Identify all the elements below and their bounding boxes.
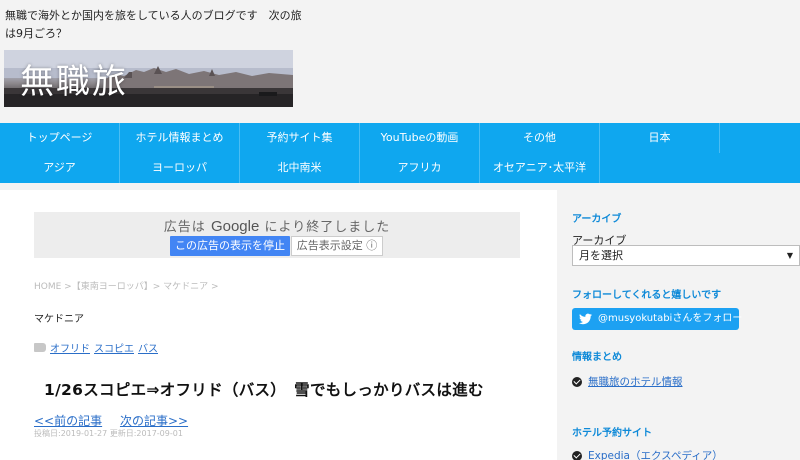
check-circle-icon	[572, 376, 582, 387]
twitter-bird-icon	[579, 313, 592, 325]
chevron-down-icon: ▼	[786, 251, 793, 260]
archive-heading: アーカイブ	[572, 214, 622, 225]
nav-item-hotel-info[interactable]: ホテル情報まとめ	[120, 123, 240, 153]
twitter-follow-label: @musyokutabiさんをフォロー	[598, 313, 743, 324]
info-heading: 情報まとめ	[572, 352, 622, 363]
sidebar: アーカイブ アーカイブ 月を選択 ▼ フォローしてくれると嬉しいです @musy…	[557, 190, 800, 460]
post-navigation: <<前の記事 次の記事>>	[34, 412, 202, 429]
nav-item-americas[interactable]: 北中南米	[240, 153, 360, 183]
next-post-link[interactable]: 次の記事>>	[120, 414, 188, 428]
nav-row-1: トップページ ホテル情報まとめ 予約サイト集 YouTubeの動画 その他 日本	[0, 123, 800, 153]
check-circle-icon	[572, 450, 582, 460]
nav-item-africa[interactable]: アフリカ	[360, 153, 480, 183]
prev-post-link[interactable]: <<前の記事	[34, 414, 102, 428]
tag-list: オフリド スコピエ バス	[34, 340, 158, 355]
archive-select-value: 月を選択	[579, 249, 623, 262]
archive-select[interactable]: 月を選択 ▼	[572, 245, 800, 266]
expedia-link[interactable]: Expedia（エクスペディア）	[588, 448, 723, 460]
main-nav: トップページ ホテル情報まとめ 予約サイト集 YouTubeの動画 その他 日本…	[0, 123, 800, 183]
tag-skopje[interactable]: スコピエ	[94, 340, 134, 355]
tag-bus[interactable]: バス	[138, 340, 158, 355]
ad-message-suffix: により終了しました	[264, 220, 391, 235]
category-label[interactable]: マケドニア	[34, 310, 84, 325]
ad-message-brand: Google	[210, 218, 260, 235]
nav-row-2: アジア ヨーロッパ 北中南米 アフリカ オセアニア･太平洋	[0, 153, 800, 183]
nav-item-other[interactable]: その他	[480, 123, 600, 153]
logo-title: 無職旅	[20, 62, 128, 102]
nav-item-booking-sites[interactable]: 予約サイト集	[240, 123, 360, 153]
nav-item-top[interactable]: トップページ	[0, 123, 120, 153]
nav-item-europe[interactable]: ヨーロッパ	[120, 153, 240, 183]
ad-settings-button[interactable]: 広告表示設定 ⓘ	[291, 236, 383, 256]
follow-heading: フォローしてくれると嬉しいです	[572, 290, 722, 301]
tag-icon	[34, 343, 46, 352]
hotel-info-link[interactable]: 無職旅のホテル情報	[588, 374, 683, 389]
post-dates: 投稿日:2019-01-27 更新日:2017-09-01	[34, 429, 183, 438]
nav-item-asia[interactable]: アジア	[0, 153, 120, 183]
stop-ad-button[interactable]: この広告の表示を停止	[170, 236, 290, 256]
site-logo[interactable]: 無職旅	[4, 50, 293, 107]
main-content: 広告は Google により終了しました この広告の表示を停止 広告表示設定 ⓘ…	[0, 190, 557, 460]
hotel-booking-heading: ホテル予約サイト	[572, 428, 652, 439]
nav-item-oceania[interactable]: オセアニア･太平洋	[480, 153, 600, 183]
nav-item-youtube[interactable]: YouTubeの動画	[360, 123, 480, 153]
site-description: 無職で海外とか国内を旅をしている人のブログです 次の旅は9月ごろ？	[5, 9, 302, 40]
nav-item-spacer	[720, 123, 800, 153]
info-link-item[interactable]: 無職旅のホテル情報	[572, 374, 683, 389]
site-header: 無職で海外とか国内を旅をしている人のブログです 次の旅は9月ごろ？ 無職旅	[0, 0, 800, 123]
twitter-follow-button[interactable]: @musyokutabiさんをフォロー	[572, 308, 743, 330]
ad-closed-message: 広告は Google により終了しました	[34, 216, 520, 235]
breadcrumb[interactable]: HOME >【東南ヨーロッパ】> マケドニア >	[34, 279, 219, 292]
tag-ohrid[interactable]: オフリド	[50, 340, 90, 355]
nav-item-japan[interactable]: 日本	[600, 123, 720, 153]
ad-closed-box: 広告は Google により終了しました この広告の表示を停止 広告表示設定 ⓘ	[34, 212, 520, 258]
post-title: 1/26スコピエ⇒オフリド（バス） 雪でもしっかりバスは進む	[44, 381, 484, 399]
ad-message-prefix: 広告は	[163, 220, 206, 235]
hotel-link-item[interactable]: Expedia（エクスペディア）	[572, 448, 723, 460]
